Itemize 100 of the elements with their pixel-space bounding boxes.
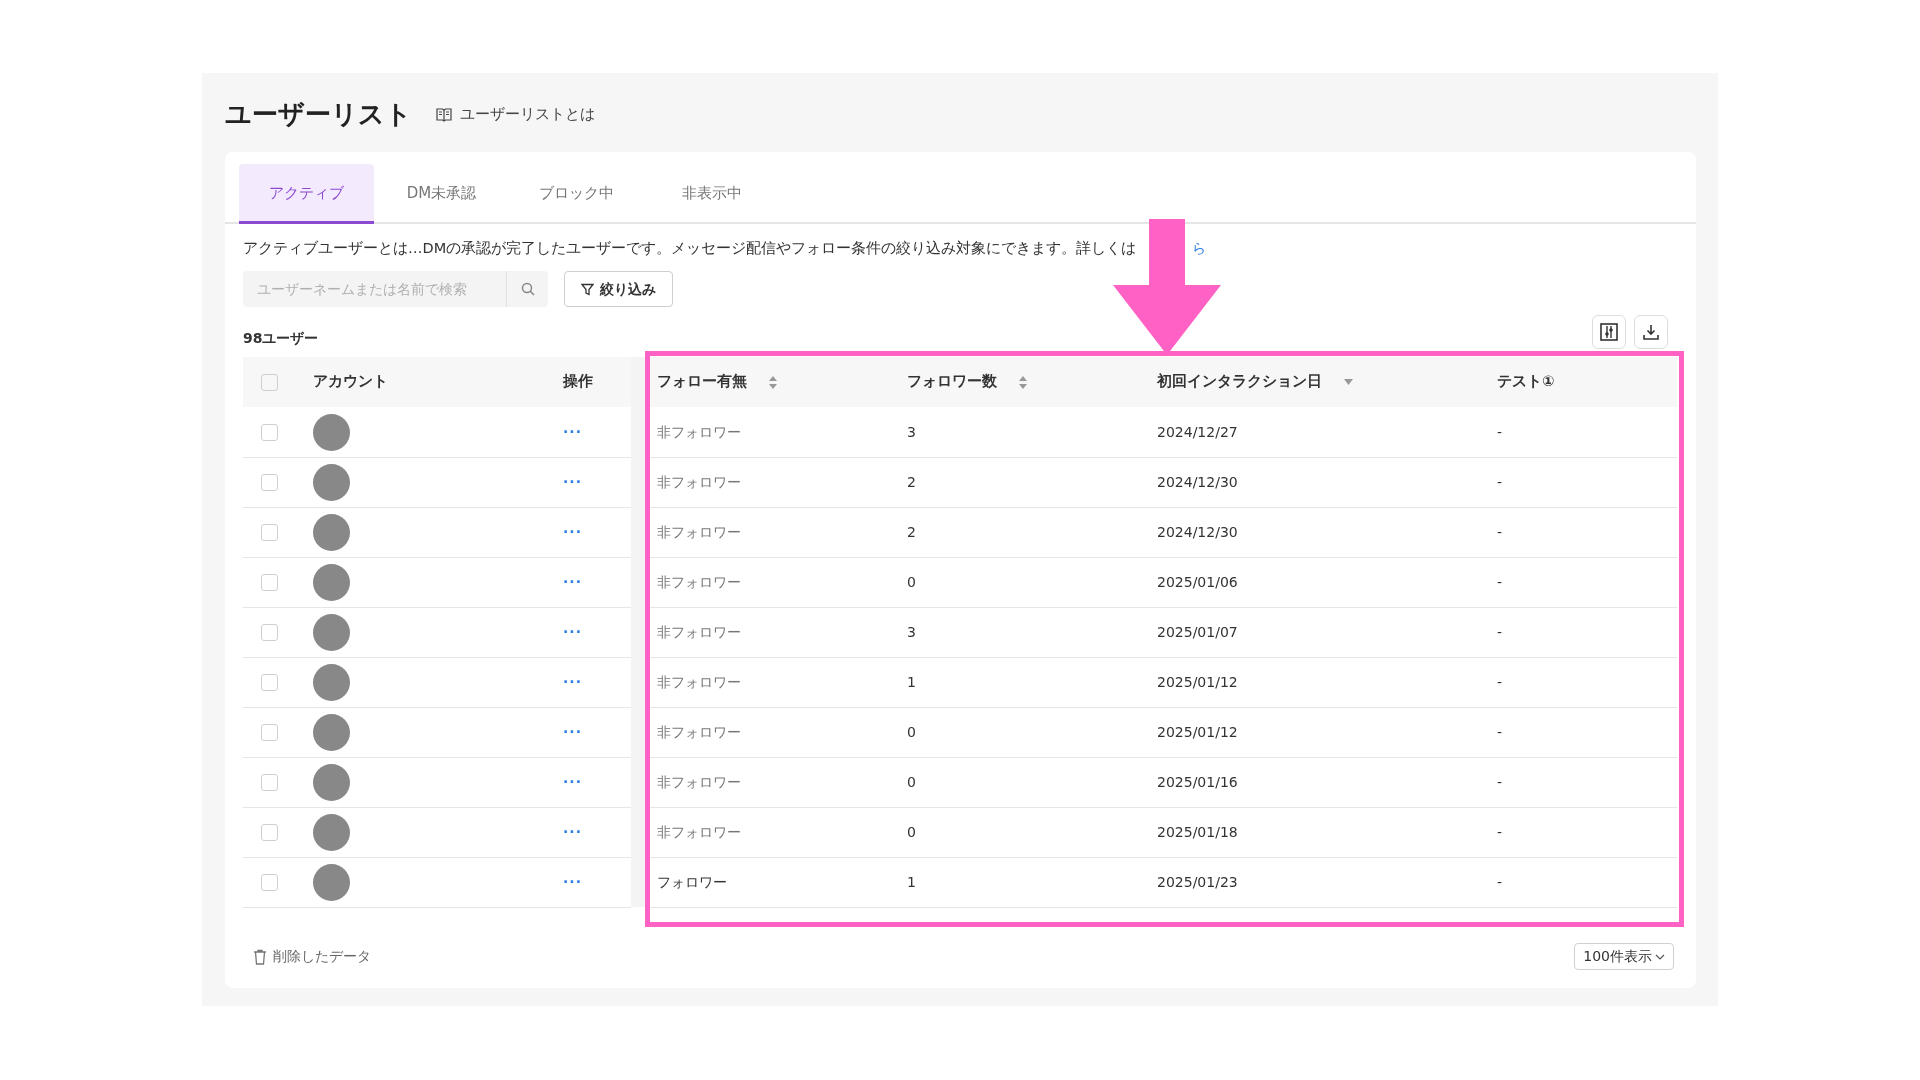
table-cell: - (1497, 423, 1503, 440)
search-icon (520, 282, 535, 297)
select-all-checkbox[interactable] (261, 373, 278, 391)
table-cell: 0 (907, 773, 916, 790)
table-cell: - (1497, 673, 1503, 690)
table-cell: - (1497, 773, 1503, 790)
filter-button[interactable]: 絞り込み (564, 271, 673, 308)
tab[interactable]: DM未承認 (374, 164, 509, 224)
table-cell: 2025/01/12 (1157, 723, 1238, 740)
table-cell: 2 (907, 473, 916, 490)
more-button[interactable]: ··· (563, 771, 582, 793)
search-input[interactable]: ユーザーネームまたは名前で検索 (243, 278, 506, 300)
table-cell: 2024/12/30 (1157, 523, 1238, 540)
avatar (313, 463, 350, 501)
more-button[interactable]: ··· (563, 521, 582, 543)
page-size-select[interactable]: 100件表示 (1574, 943, 1674, 970)
row-checkbox[interactable] (261, 524, 278, 542)
table-cell: 2 (907, 523, 916, 540)
table-cell: 2024/12/30 (1157, 473, 1238, 490)
table-cell: - (1497, 873, 1503, 890)
table-cell: 非フォロワー (657, 573, 741, 590)
table-cell: 非フォロワー (657, 523, 741, 540)
avatar (313, 613, 350, 651)
table-cell: フォロワー (657, 873, 727, 890)
trash-icon (253, 948, 267, 965)
row-checkbox[interactable] (261, 724, 278, 742)
table-cell: 2025/01/18 (1157, 823, 1238, 840)
row-checkbox[interactable] (261, 474, 278, 492)
table-cell: 3 (907, 423, 916, 440)
row-checkbox[interactable] (261, 874, 278, 892)
table-cell: - (1497, 723, 1503, 740)
avatar (313, 513, 350, 551)
details-link[interactable]: ら (1192, 237, 1207, 259)
table-cell: - (1497, 623, 1503, 640)
table-cell: - (1497, 523, 1503, 540)
tab[interactable]: アクティブ (239, 164, 374, 224)
description-text: アクティブユーザーとは…DMの承認が完了したユーザーです。メッセージ配信やフォロー条件の絞り込み対象にできます。詳しくは (243, 238, 1137, 258)
column-header[interactable]: 初回インタラクション日 (1145, 357, 1485, 408)
table-cell: 0 (907, 723, 916, 740)
book-icon (436, 107, 452, 122)
more-button[interactable]: ··· (563, 821, 582, 843)
row-checkbox[interactable] (261, 774, 278, 792)
table-cell: 2025/01/07 (1157, 623, 1238, 640)
more-button[interactable]: ··· (563, 421, 582, 443)
row-checkbox[interactable] (261, 674, 278, 692)
table-cell: 非フォロワー (657, 673, 741, 690)
column-header[interactable]: アカウント (301, 357, 551, 408)
table-cell: 非フォロワー (657, 723, 741, 740)
sliders-icon (1600, 323, 1618, 342)
tab[interactable]: ブロック中 (509, 164, 644, 224)
help-link[interactable]: ユーザーリストとは (436, 103, 595, 126)
column-header[interactable]: テスト① (1485, 357, 1677, 408)
table-cell: 非フォロワー (657, 473, 741, 490)
more-button[interactable]: ··· (563, 871, 582, 893)
more-button[interactable]: ··· (563, 471, 582, 493)
avatar (313, 863, 350, 901)
download-button[interactable] (1634, 315, 1668, 350)
avatar (313, 713, 350, 751)
more-button[interactable]: ··· (563, 721, 582, 743)
table-cell: 1 (907, 673, 916, 690)
deleted-data-link[interactable]: 削除したデータ (253, 946, 371, 967)
table-cell: - (1497, 573, 1503, 590)
row-checkbox[interactable] (261, 574, 278, 592)
more-button[interactable]: ··· (563, 621, 582, 643)
filter-icon (581, 282, 594, 296)
row-checkbox[interactable] (261, 824, 278, 842)
table-cell: 2025/01/06 (1157, 573, 1238, 590)
column-header[interactable]: フォロワー数 (895, 357, 1145, 408)
sort-icon[interactable] (769, 375, 777, 389)
table-cell: - (1497, 473, 1503, 490)
table-cell: 非フォロワー (657, 823, 741, 840)
table-cell: - (1497, 823, 1503, 840)
caret-icon (1655, 952, 1665, 961)
user-count: 98ユーザー (243, 329, 319, 349)
table-cell: 2024/12/27 (1157, 423, 1238, 440)
table-cell: 非フォロワー (657, 623, 741, 640)
tab[interactable]: 非表示中 (644, 164, 779, 224)
table-cell: 0 (907, 823, 916, 840)
download-icon (1642, 323, 1660, 342)
avatar (313, 663, 350, 701)
column-settings-button[interactable] (1592, 315, 1626, 350)
table-cell: 非フォロワー (657, 773, 741, 790)
table-cell: 2025/01/23 (1157, 873, 1238, 890)
more-button[interactable]: ··· (563, 571, 582, 593)
search-field[interactable]: ユーザーネームまたは名前で検索 (243, 271, 548, 308)
table-cell: 0 (907, 573, 916, 590)
column-header[interactable]: 操作 (551, 357, 631, 408)
sort-desc-icon[interactable] (1344, 379, 1353, 386)
table-cell: 2025/01/16 (1157, 773, 1238, 790)
table-cell: 2025/01/12 (1157, 673, 1238, 690)
page-title: ユーザーリスト (225, 98, 412, 131)
avatar (313, 413, 350, 451)
avatar (313, 813, 350, 851)
sort-icon[interactable] (1019, 375, 1027, 389)
table-cell: 非フォロワー (657, 423, 741, 440)
row-checkbox[interactable] (261, 624, 278, 642)
avatar (313, 763, 350, 801)
more-button[interactable]: ··· (563, 671, 582, 693)
row-checkbox[interactable] (261, 424, 278, 441)
table-cell: 3 (907, 623, 916, 640)
